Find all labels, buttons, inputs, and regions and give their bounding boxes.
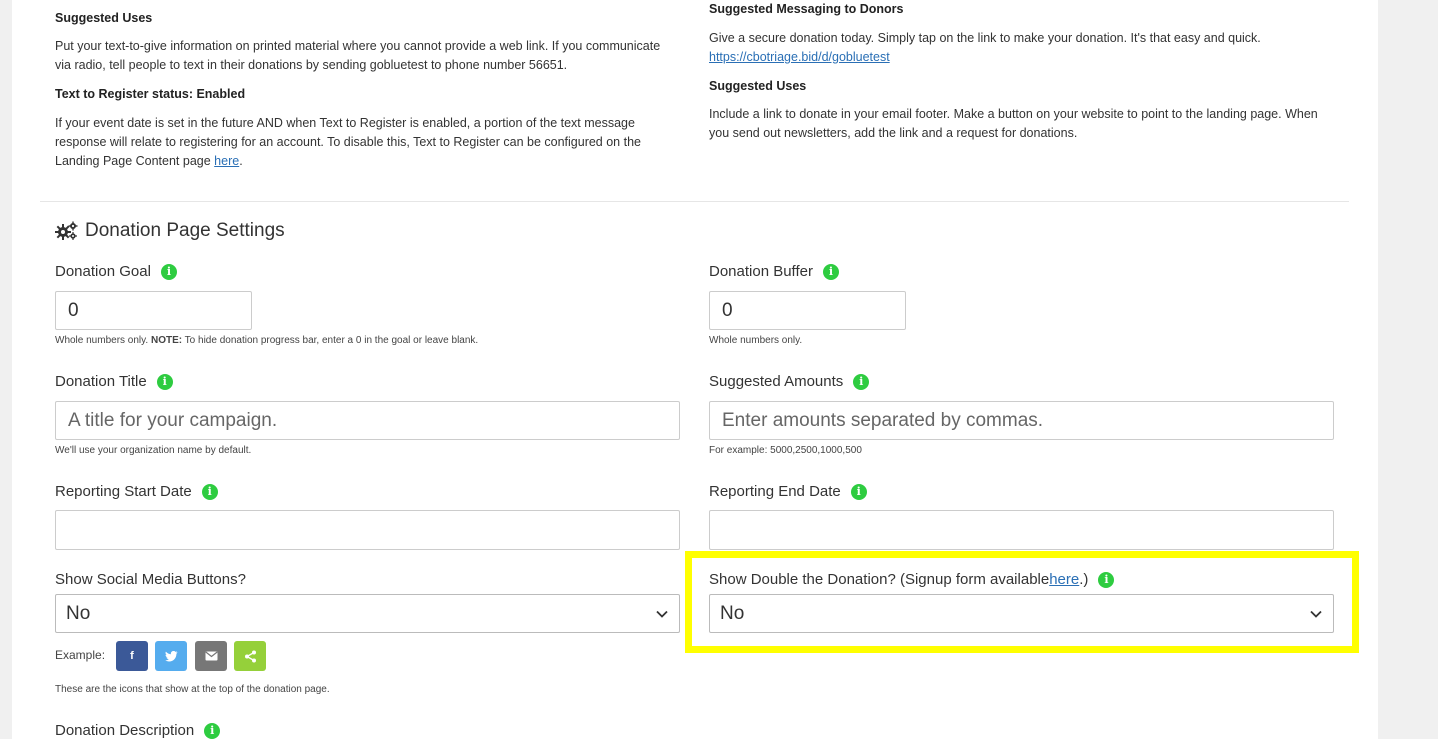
right-suggested-uses-line: you send out newsletters, add the link a… <box>709 126 1078 140</box>
donation-url-link[interactable]: https://cbotriage.bid/d/gobluetest <box>709 50 890 64</box>
donation-buffer-label-text: Donation Buffer <box>709 263 813 280</box>
reporting-start-label-text: Reporting Start Date <box>55 483 192 500</box>
donation-description-label: Donation Description i <box>55 722 221 739</box>
donation-title-input[interactable]: A title for your campaign. <box>55 401 680 440</box>
section-divider <box>40 201 1349 202</box>
social-buttons-value: No <box>66 602 91 624</box>
info-icon[interactable]: i <box>204 722 221 739</box>
donation-page-settings-title: Donation Page Settings <box>55 220 285 242</box>
donation-goal-label: Donation Goal i <box>55 263 177 280</box>
highlight-box <box>685 551 1359 653</box>
messaging-heading: Suggested Messaging to Donors <box>709 2 904 16</box>
landing-page-content-link[interactable]: here <box>214 154 239 168</box>
donation-description-label-text: Donation Description <box>55 722 195 739</box>
suggested-amounts-input[interactable]: Enter amounts separated by commas. <box>709 401 1334 440</box>
share-icon <box>234 641 266 671</box>
suggested-amounts-label-text: Suggested Amounts <box>709 373 844 390</box>
chevron-down-icon <box>656 610 668 618</box>
info-icon[interactable]: i <box>160 263 177 280</box>
donation-buffer-input[interactable]: 0 <box>709 291 906 330</box>
info-icon[interactable]: i <box>853 373 870 390</box>
suggested-uses-line: via radio, tell people to text in their … <box>55 58 568 72</box>
info-icon[interactable]: i <box>822 263 839 280</box>
ttr-line-suffix: . <box>239 154 243 168</box>
suggested-uses-heading: Suggested Uses <box>55 11 153 25</box>
reporting-end-label-text: Reporting End Date <box>709 483 841 500</box>
reporting-end-date-label: Reporting End Date i <box>709 483 867 500</box>
social-buttons-select[interactable]: No <box>55 594 680 633</box>
ttr-line-text: Landing Page Content page <box>55 154 215 168</box>
messaging-line: Give a secure donation today. Simply tap… <box>709 31 1261 45</box>
twitter-icon <box>155 641 187 671</box>
donation-title-label: Donation Title i <box>55 373 173 390</box>
reporting-start-date-input[interactable] <box>55 510 680 550</box>
ttr-line: Landing Page Content page here. <box>55 152 641 171</box>
right-suggested-uses-line: Include a link to donate in your email f… <box>709 107 1318 121</box>
gears-icon <box>55 221 78 240</box>
donation-goal-label-text: Donation Goal <box>55 263 151 280</box>
email-icon <box>195 641 227 671</box>
reporting-end-date-input[interactable] <box>709 510 1334 550</box>
suggested-uses-text: Put your text-to-give information on pri… <box>55 37 660 75</box>
info-icon[interactable]: i <box>850 483 867 500</box>
messaging-text: Give a secure donation today. Simply tap… <box>709 29 1261 67</box>
help-text: To hide donation progress bar, enter a 0… <box>182 335 479 346</box>
reporting-start-date-label: Reporting Start Date i <box>55 483 218 500</box>
social-buttons-label: Show Social Media Buttons? <box>55 571 246 588</box>
social-example-label: Example: <box>55 648 106 662</box>
ttr-status-heading: Text to Register status: Enabled <box>55 87 246 101</box>
help-note: NOTE: <box>150 335 183 346</box>
info-icon[interactable]: i <box>201 483 218 500</box>
donation-goal-input[interactable]: 0 <box>55 291 252 330</box>
social-buttons-help: These are the icons that show at the top… <box>55 684 330 695</box>
donation-buffer-help: Whole numbers only. <box>709 335 803 346</box>
suggested-amounts-label: Suggested Amounts i <box>709 373 870 390</box>
info-icon[interactable]: i <box>156 373 173 390</box>
facebook-icon: f <box>116 641 148 671</box>
donation-buffer-label: Donation Buffer i <box>709 263 839 280</box>
suggested-uses-line: Put your text-to-give information on pri… <box>55 39 661 53</box>
donation-goal-help: Whole numbers only. NOTE: To hide donati… <box>55 335 478 346</box>
right-suggested-uses-heading: Suggested Uses <box>709 79 807 93</box>
right-suggested-uses-text: Include a link to donate in your email f… <box>709 105 1318 143</box>
ttr-text: If your event date is set in the future … <box>55 114 641 171</box>
help-text: Whole numbers only. <box>55 335 151 346</box>
ttr-line: response will relate to registering for … <box>55 135 641 149</box>
section-title-text: Donation Page Settings <box>85 220 285 241</box>
suggested-amounts-help: For example: 5000,2500,1000,500 <box>709 445 862 456</box>
ttr-line: If your event date is set in the future … <box>55 116 635 130</box>
donation-title-help: We'll use your organization name by defa… <box>55 445 252 456</box>
donation-title-label-text: Donation Title <box>55 373 147 390</box>
